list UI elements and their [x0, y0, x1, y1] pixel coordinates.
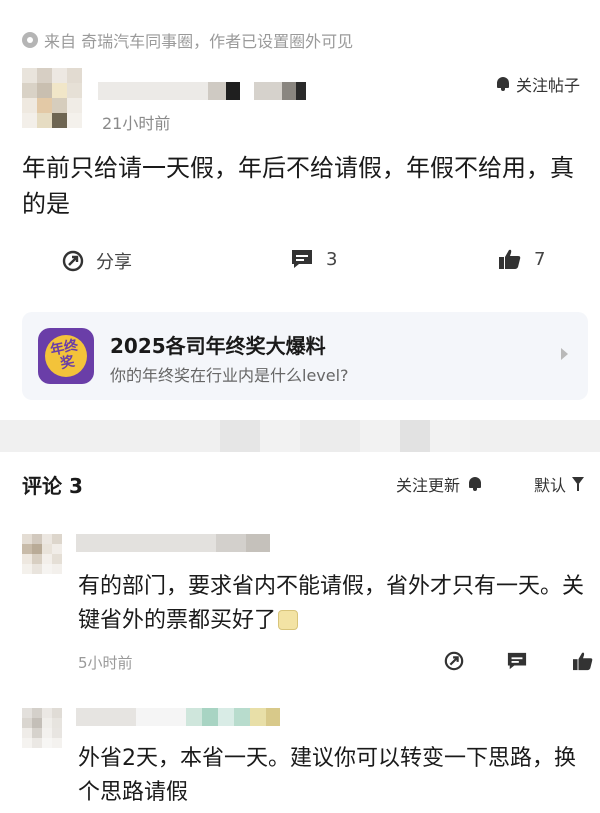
comment-icon[interactable]: [506, 651, 528, 671]
share-icon: [62, 250, 84, 272]
share-button[interactable]: 分享: [62, 248, 132, 274]
thumbs-up-icon[interactable]: [572, 651, 594, 671]
promo-icon-text-line: 奖: [58, 353, 76, 373]
share-icon[interactable]: [444, 651, 464, 671]
comments-header: 评论 3 关注更新 默认: [22, 470, 588, 500]
username-blurred[interactable]: [76, 532, 276, 554]
follow-post-button[interactable]: 关注帖子: [496, 72, 580, 96]
post-time: 21小时前: [102, 114, 171, 133]
follow-updates-label: 关注更新: [396, 476, 461, 495]
comment-actions: [400, 651, 600, 677]
avatar[interactable]: [22, 708, 62, 748]
like-count: 7: [534, 248, 546, 270]
chevron-right-icon: [561, 348, 568, 360]
sort-dropdown[interactable]: 默认: [534, 472, 588, 496]
filter-icon: [572, 477, 588, 491]
bell-icon: [468, 477, 482, 491]
comment-button[interactable]: 3: [290, 248, 337, 270]
comment-time: 5小时前: [78, 654, 133, 672]
promo-title: 2025各司年终奖大爆料: [110, 334, 326, 358]
promo-icon: 年终奖: [38, 328, 94, 384]
promo-card[interactable]: 年终奖 2025各司年终奖大爆料 你的年终奖在行业内是什么level?: [22, 312, 588, 400]
sort-label: 默认: [533, 476, 566, 495]
thumbs-up-icon: [499, 249, 521, 269]
like-button[interactable]: 7: [498, 248, 545, 270]
share-label: 分享: [96, 252, 132, 273]
post-header: 21小时前 关注帖子: [22, 68, 582, 133]
comments-title: 评论 3: [22, 474, 83, 498]
post-content: 年前只给请一天假，年后不给请假，年假不给用，真的是: [22, 154, 574, 218]
username-blurred[interactable]: [98, 78, 328, 100]
avatar[interactable]: [22, 534, 62, 574]
bell-icon: [496, 77, 510, 91]
comment-icon: [292, 250, 312, 268]
username-blurred[interactable]: [76, 706, 286, 728]
source-text: 来自 奇瑞汽车同事圈，作者已设置圈外可见: [44, 32, 354, 51]
comment-text: 外省2天，本省一天。建议你可以转变一下思路，换个思路请假: [78, 746, 576, 805]
promo-subtitle: 你的年终奖在行业内是什么level?: [110, 366, 349, 385]
promo-icon-text: 年终奖: [38, 328, 94, 384]
comment-count: 3: [326, 248, 338, 270]
follow-post-label: 关注帖子: [515, 76, 580, 95]
emoji-icon: [278, 610, 299, 630]
post-actions: 分享 3 7: [0, 248, 600, 284]
avatar[interactable]: [22, 68, 82, 128]
circle-icon: [22, 32, 38, 48]
comment-text-content: 有的部门，要求省内不能请假，省外才只有一天。关键省外的票都买好了: [78, 574, 585, 633]
comment-text: 有的部门，要求省内不能请假，省外才只有一天。关键省外的票都买好了: [78, 570, 584, 638]
section-divider: [0, 420, 600, 452]
source-bar: 来自 奇瑞汽车同事圈，作者已设置圈外可见: [0, 0, 600, 58]
follow-updates-button[interactable]: 关注更新: [396, 472, 482, 496]
